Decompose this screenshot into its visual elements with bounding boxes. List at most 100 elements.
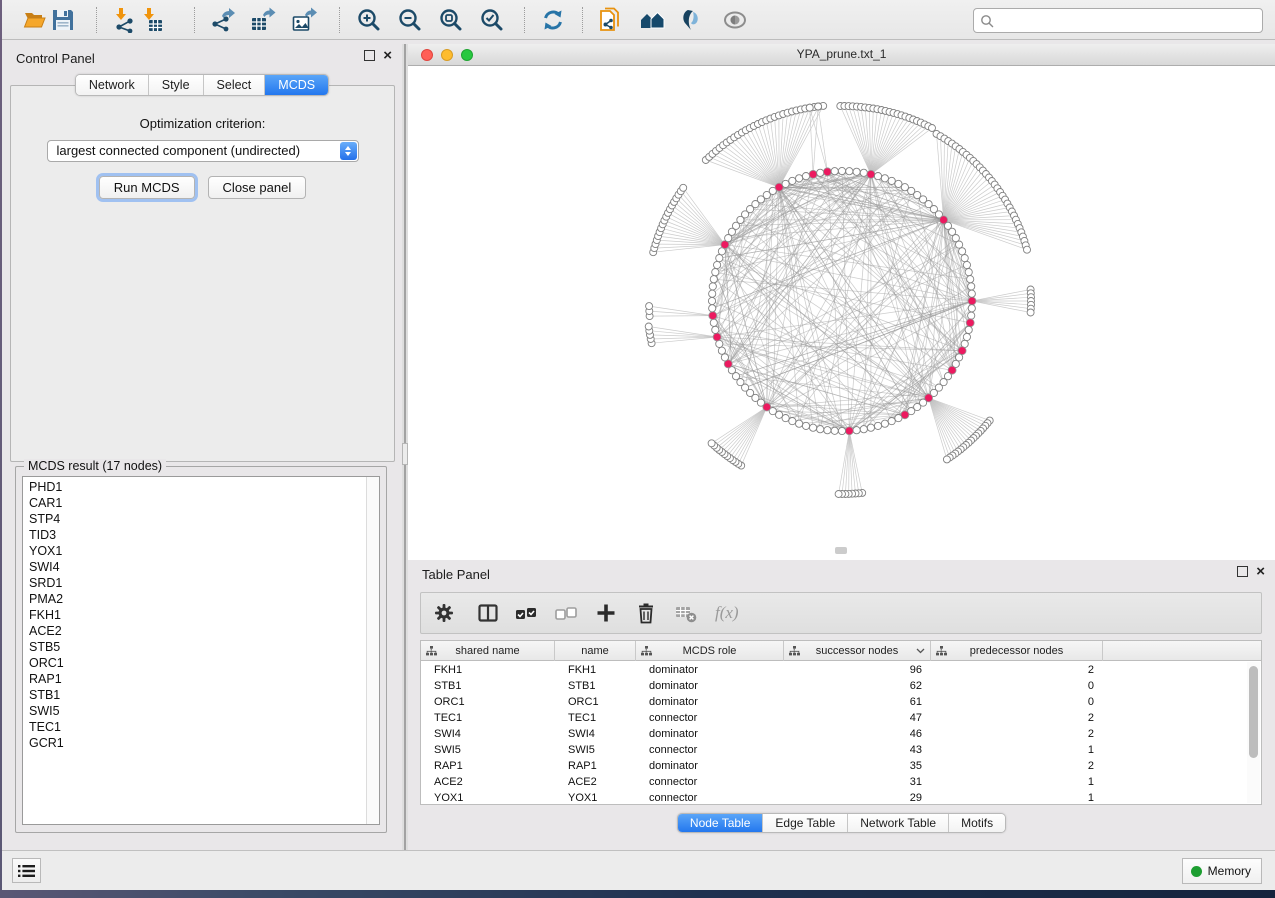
mcds-result-list[interactable]: PHD1CAR1STP4TID3YOX1SWI4SRD1PMA2FKH1ACE2… xyxy=(22,476,380,825)
table-cell[interactable]: 1 xyxy=(931,742,1103,758)
table-cell[interactable]: ORC1 xyxy=(421,694,555,710)
hide-graphics-details-button[interactable] xyxy=(676,6,706,34)
table-cell[interactable]: STB1 xyxy=(421,678,555,694)
table-cell[interactable]: SWI5 xyxy=(555,742,636,758)
minimize-window-button[interactable] xyxy=(441,49,453,61)
column-header-name[interactable]: name xyxy=(555,641,636,661)
table-cell[interactable]: 2 xyxy=(931,710,1103,726)
select-all-button[interactable] xyxy=(509,596,543,630)
mcds-result-item[interactable]: SRD1 xyxy=(23,575,365,591)
mcds-list-scrollbar[interactable] xyxy=(366,477,379,824)
table-cell[interactable]: 2 xyxy=(931,662,1103,678)
table-cell[interactable]: dominator xyxy=(636,694,784,710)
tab-select[interactable]: Select xyxy=(203,75,265,95)
table-row[interactable]: RAP1RAP1dominator352 xyxy=(421,758,1247,774)
table-cell[interactable]: 46 xyxy=(784,726,931,742)
mcds-result-item[interactable]: ACE2 xyxy=(23,623,365,639)
table-cell[interactable]: connector xyxy=(636,742,784,758)
export-table-button[interactable] xyxy=(248,6,278,34)
optimization-criterion-select[interactable]: largest connected component (undirected) xyxy=(47,140,359,162)
table-cell[interactable]: RAP1 xyxy=(555,758,636,774)
export-network-button[interactable] xyxy=(207,6,237,34)
mcds-result-item[interactable]: SWI5 xyxy=(23,703,365,719)
network-scrollbar-handle[interactable] xyxy=(835,547,847,554)
table-row[interactable]: TEC1TEC1connector472 xyxy=(421,710,1247,726)
table-scrollbar-track[interactable] xyxy=(1247,662,1260,803)
import-table-button[interactable] xyxy=(137,6,167,34)
column-header-shared-name[interactable]: shared name xyxy=(421,641,555,661)
table-cell[interactable]: YOX1 xyxy=(421,790,555,805)
memory-button[interactable]: Memory xyxy=(1182,858,1262,884)
mcds-result-item[interactable]: TID3 xyxy=(23,527,365,543)
table-cell[interactable]: TEC1 xyxy=(421,710,555,726)
table-cell[interactable]: ACE2 xyxy=(555,774,636,790)
table-row[interactable]: ACE2ACE2connector311 xyxy=(421,774,1247,790)
mcds-result-item[interactable]: STB1 xyxy=(23,687,365,703)
deselect-all-button[interactable] xyxy=(549,596,583,630)
open-file-button[interactable] xyxy=(20,6,50,34)
close-window-button[interactable] xyxy=(421,49,433,61)
tab-edge-table[interactable]: Edge Table xyxy=(762,814,847,832)
task-history-button[interactable] xyxy=(12,858,41,883)
table-cell[interactable]: dominator xyxy=(636,678,784,694)
table-cell[interactable]: 0 xyxy=(931,694,1103,710)
table-cell[interactable]: 2 xyxy=(931,726,1103,742)
table-cell[interactable]: dominator xyxy=(636,662,784,678)
table-scrollbar-thumb[interactable] xyxy=(1249,666,1258,758)
table-cell[interactable]: 61 xyxy=(784,694,931,710)
table-cell[interactable]: SWI4 xyxy=(555,726,636,742)
table-cell[interactable]: SWI4 xyxy=(421,726,555,742)
mcds-result-item[interactable]: PHD1 xyxy=(23,479,365,495)
table-cell[interactable]: 31 xyxy=(784,774,931,790)
network-canvas[interactable] xyxy=(408,66,1275,560)
table-cell[interactable]: 0 xyxy=(931,678,1103,694)
mcds-result-item[interactable]: STB5 xyxy=(23,639,365,655)
table-settings-button[interactable] xyxy=(427,596,461,630)
search-field[interactable] xyxy=(973,8,1263,33)
table-cell[interactable]: ORC1 xyxy=(555,694,636,710)
table-cell[interactable]: 47 xyxy=(784,710,931,726)
export-image-button[interactable] xyxy=(289,6,319,34)
table-row[interactable]: SWI5SWI5connector431 xyxy=(421,742,1247,758)
table-cell[interactable]: connector xyxy=(636,710,784,726)
zoom-in-button[interactable] xyxy=(354,6,384,34)
table-row[interactable]: ORC1ORC1dominator610 xyxy=(421,694,1247,710)
table-cell[interactable]: FKH1 xyxy=(421,662,555,678)
table-cell[interactable]: SWI5 xyxy=(421,742,555,758)
float-panel-icon[interactable] xyxy=(364,50,375,61)
tab-motifs[interactable]: Motifs xyxy=(948,814,1005,832)
save-session-button[interactable] xyxy=(48,6,78,34)
mcds-result-item[interactable]: GCR1 xyxy=(23,735,365,751)
float-table-panel-icon[interactable] xyxy=(1237,566,1248,577)
mcds-result-item[interactable]: FKH1 xyxy=(23,607,365,623)
open-network-from-web-button[interactable] xyxy=(595,6,625,34)
import-network-button[interactable] xyxy=(109,6,139,34)
table-cell[interactable]: 35 xyxy=(784,758,931,774)
refresh-network-button[interactable] xyxy=(538,6,568,34)
table-row[interactable]: FKH1FKH1dominator962 xyxy=(421,662,1247,678)
tab-network-table[interactable]: Network Table xyxy=(847,814,948,832)
table-cell[interactable]: STB1 xyxy=(555,678,636,694)
table-cell[interactable]: ACE2 xyxy=(421,774,555,790)
column-header-predecessor-nodes[interactable]: predecessor nodes xyxy=(931,641,1103,661)
tab-network[interactable]: Network xyxy=(76,75,148,95)
table-cell[interactable]: 43 xyxy=(784,742,931,758)
delete-column-button[interactable] xyxy=(629,596,663,630)
table-cell[interactable]: dominator xyxy=(636,758,784,774)
zoom-out-button[interactable] xyxy=(395,6,425,34)
table-cell[interactable]: 1 xyxy=(931,790,1103,805)
run-mcds-button[interactable]: Run MCDS xyxy=(99,176,195,199)
close-table-panel-icon[interactable]: × xyxy=(1256,566,1265,577)
close-panel-button[interactable]: Close panel xyxy=(208,176,307,199)
zoom-fit-button[interactable] xyxy=(436,6,466,34)
mcds-result-item[interactable]: STP4 xyxy=(23,511,365,527)
network-graph[interactable] xyxy=(408,66,1275,560)
search-input[interactable] xyxy=(998,14,1256,28)
table-cell[interactable]: RAP1 xyxy=(421,758,555,774)
mcds-result-item[interactable]: SWI4 xyxy=(23,559,365,575)
table-cell[interactable]: 62 xyxy=(784,678,931,694)
table-row[interactable]: SWI4SWI4dominator462 xyxy=(421,726,1247,742)
mcds-result-item[interactable]: TEC1 xyxy=(23,719,365,735)
table-cell[interactable]: YOX1 xyxy=(555,790,636,805)
table-cell[interactable]: 1 xyxy=(931,774,1103,790)
